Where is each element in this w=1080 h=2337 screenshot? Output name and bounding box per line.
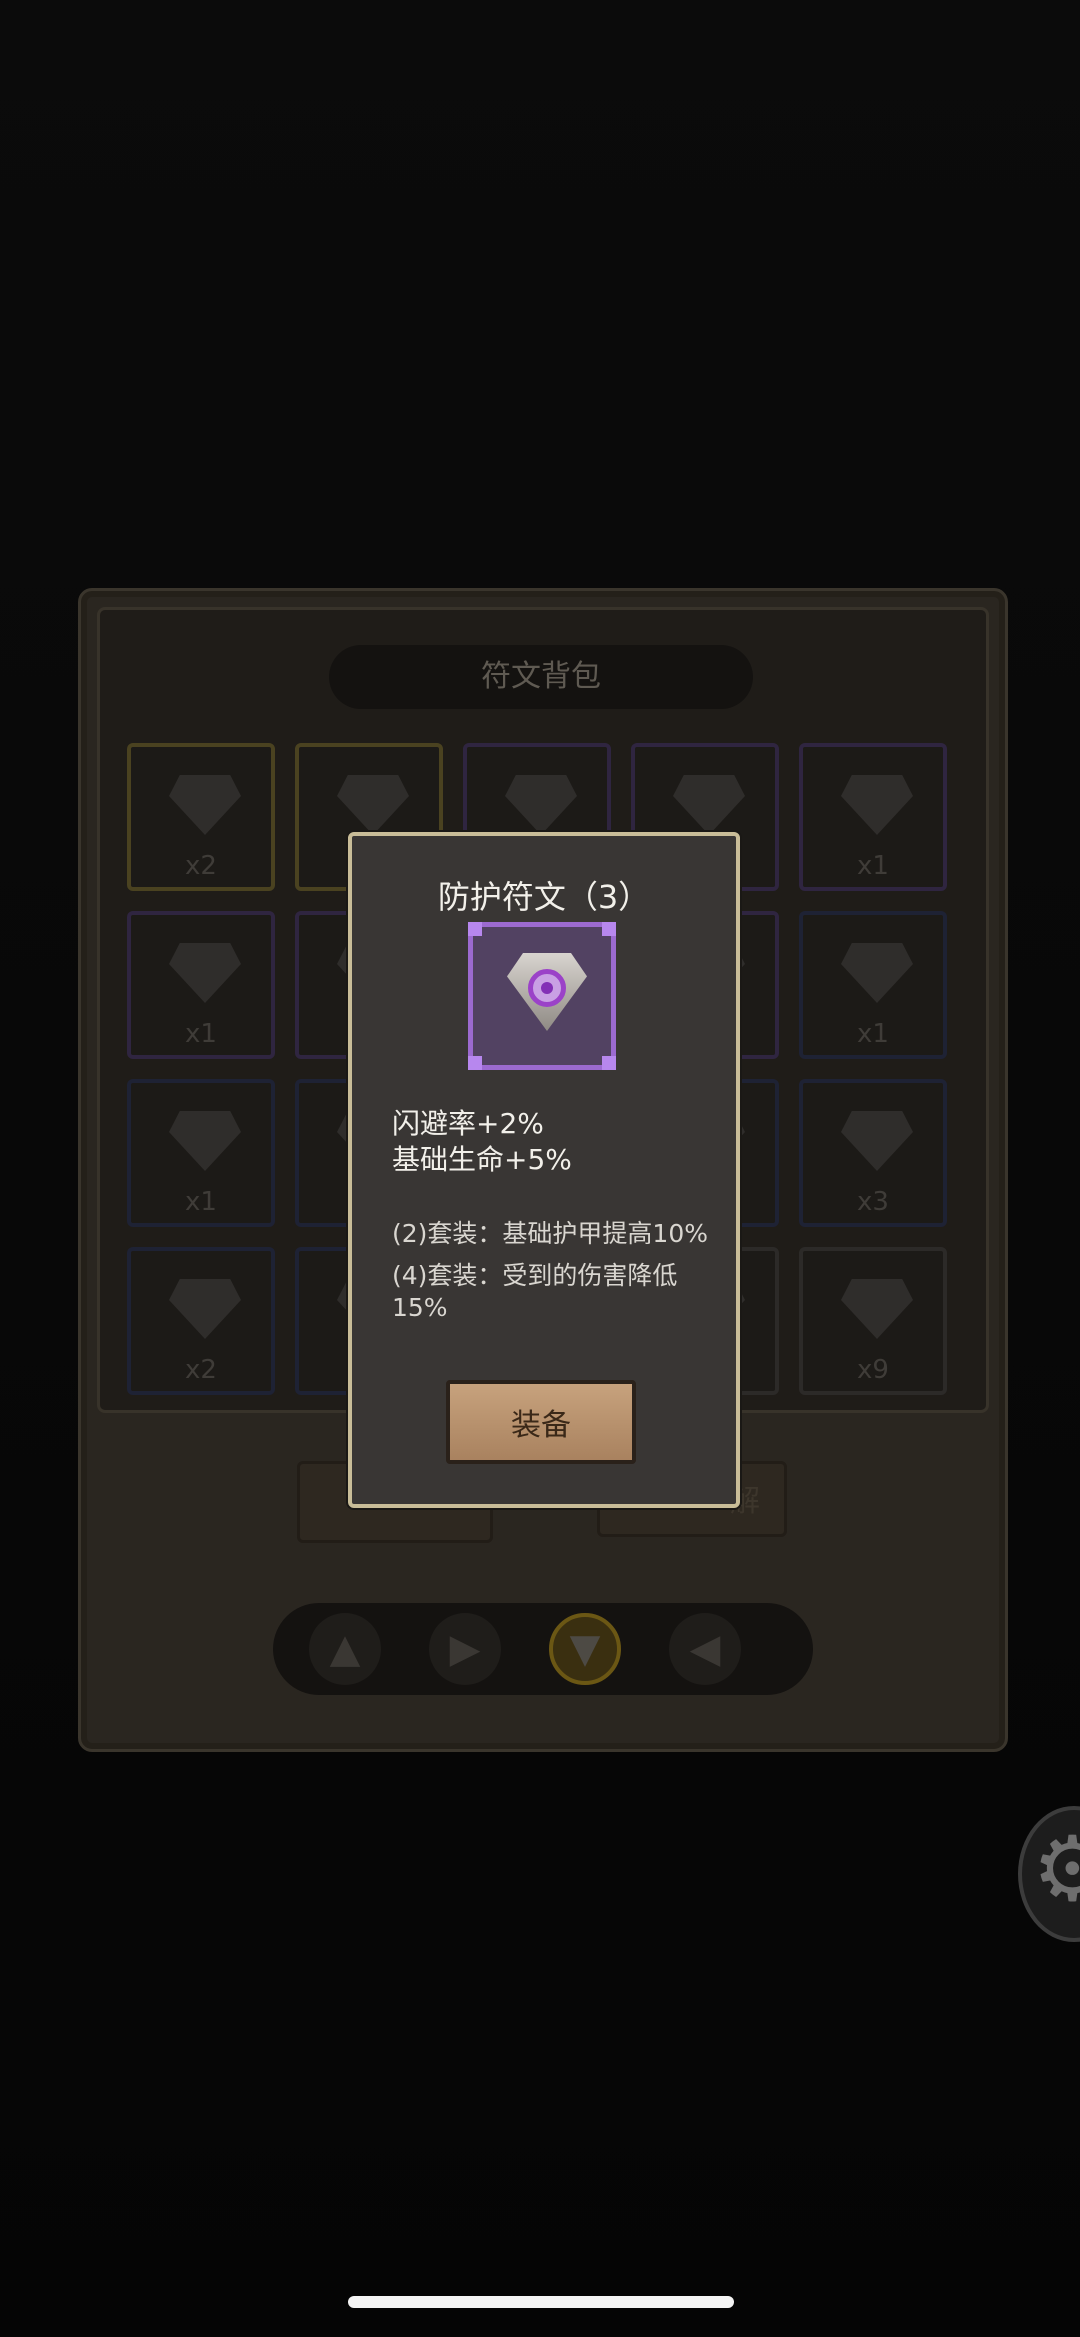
rune-slot[interactable]: x3 xyxy=(799,1079,947,1227)
rune-type-tabbar: ▲ ▶ ▼ ◀ xyxy=(273,1603,813,1695)
rune-icon-frame xyxy=(468,922,616,1070)
rune-count: x1 xyxy=(857,851,889,881)
rune-count: x9 xyxy=(857,1355,889,1385)
rune-count: x1 xyxy=(857,1019,889,1049)
rune-gem-icon xyxy=(841,1111,913,1171)
stat-hp: 基础生命+5% xyxy=(392,1143,572,1176)
arrow-right-icon[interactable]: ▶ xyxy=(429,1613,501,1685)
rune-count: x2 xyxy=(185,1355,217,1385)
rune-gem-icon xyxy=(673,775,745,835)
frame-corner xyxy=(602,1056,616,1070)
rune-gem-icon xyxy=(505,775,577,835)
rune-slot[interactable]: x2 xyxy=(127,1247,275,1395)
set-bonus-4: (4)套装：受到的伤害降低15% xyxy=(392,1261,678,1322)
rune-gem-icon xyxy=(841,775,913,835)
arrow-left-icon[interactable]: ◀ xyxy=(669,1613,741,1685)
rune-gem-icon xyxy=(169,775,241,835)
rune-gem-icon xyxy=(841,943,913,1003)
diamond-icon[interactable]: ▼ xyxy=(549,1613,621,1685)
rune-slot[interactable]: x1 xyxy=(799,743,947,891)
rune-count: x1 xyxy=(185,1187,217,1217)
equip-button[interactable]: 装备 xyxy=(446,1380,636,1464)
rune-slot[interactable]: x1 xyxy=(127,911,275,1059)
frame-corner xyxy=(468,1056,482,1070)
set-bonuses: (2)套装：基础护甲提高10% (4)套装：受到的伤害降低15% xyxy=(392,1218,712,1334)
rune-gem-icon xyxy=(337,775,409,835)
rune-gem-icon xyxy=(841,1279,913,1339)
set-bonus-2: (2)套装：基础护甲提高10% xyxy=(392,1219,708,1248)
rune-slot[interactable]: x9 xyxy=(799,1247,947,1395)
frame-corner xyxy=(468,922,482,936)
eye-rune-icon xyxy=(528,969,566,1007)
frame-corner xyxy=(602,922,616,936)
rune-title: 防护符文（3） xyxy=(437,878,651,916)
triangle-icon[interactable]: ▲ xyxy=(309,1613,381,1685)
rune-slot[interactable]: x1 xyxy=(799,911,947,1059)
rune-slot[interactable]: x1 xyxy=(127,1079,275,1227)
rune-slot[interactable]: x2 xyxy=(127,743,275,891)
rune-count: x1 xyxy=(185,1019,217,1049)
rune-detail-modal: 防护符文（3） 闪避率+2% 基础生命+5% (2)套装：基础护甲提高10% (… xyxy=(348,832,740,1508)
rune-count: x3 xyxy=(857,1187,889,1217)
rune-count: x2 xyxy=(185,851,217,881)
rune-gem-icon xyxy=(169,1111,241,1171)
rune-gem-icon xyxy=(169,943,241,1003)
rune-bag-title: 符文背包 xyxy=(329,645,753,709)
rune-stats: 闪避率+2% 基础生命+5% xyxy=(392,1106,572,1178)
rune-gem-icon xyxy=(169,1279,241,1339)
stat-dodge: 闪避率+2% xyxy=(392,1107,544,1140)
home-indicator[interactable] xyxy=(348,2296,734,2308)
